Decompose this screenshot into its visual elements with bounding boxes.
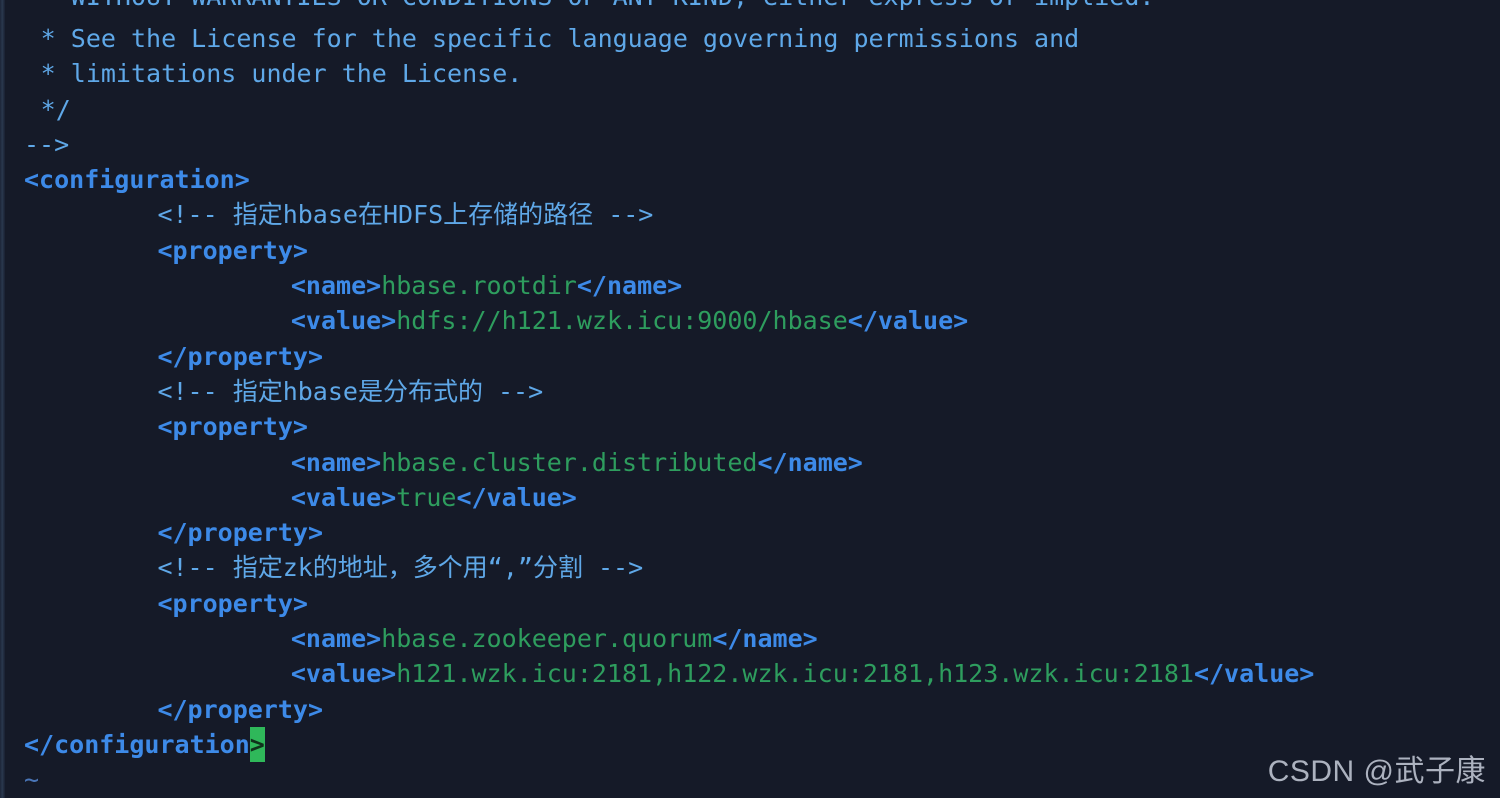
code-line[interactable]: */ (0, 92, 1500, 127)
code-line[interactable]: </property> (0, 515, 1500, 550)
xml-tag: <property> (157, 412, 308, 442)
xml-comment: * limitations under the License. (40, 59, 523, 89)
xml-tag: </name> (712, 624, 818, 654)
code-line-content: <name>hbase.rootdir</name> (291, 271, 682, 300)
xml-tag: </value> (456, 482, 577, 512)
code-line-content: </property> (157, 518, 323, 547)
code-line-content: </property> (157, 695, 323, 724)
xml-text: true (396, 482, 457, 512)
block-cursor: > (249, 726, 265, 763)
code-line[interactable]: <!-- 指定zk的地址，多个用“,”分割 --> (0, 550, 1500, 585)
code-line-content: <value>h121.wzk.icu:2181,h122.wzk.icu:21… (291, 659, 1315, 688)
code-line[interactable]: <name>hbase.rootdir</name> (0, 268, 1500, 303)
xml-comment: <!-- 指定zk的地址，多个用“,”分割 --> (157, 553, 644, 583)
code-editor-buffer[interactable]: * WITHOUT WARRANTIES OR CONDITIONS OF AN… (0, 0, 1500, 798)
code-line[interactable]: * See the License for the specific langu… (0, 21, 1500, 56)
xml-comment: <!-- 指定hbase是分布式的 --> (157, 376, 544, 406)
code-line[interactable]: <property> (0, 233, 1500, 268)
code-line-content: <!-- 指定hbase在HDFS上存储的路径 --> (157, 200, 653, 229)
code-line-content: <property> (157, 236, 308, 265)
code-line[interactable]: <value>h121.wzk.icu:2181,h122.wzk.icu:21… (0, 656, 1500, 691)
xml-comment: --> (24, 129, 70, 159)
xml-tag: <name> (290, 624, 382, 654)
xml-tag: <property> (157, 588, 308, 618)
xml-tag: </name> (757, 447, 863, 477)
code-line-content: <name>hbase.cluster.distributed</name> (291, 448, 863, 477)
code-line-content: <value>true</value> (291, 483, 577, 512)
xml-comment: <!-- 指定hbase在HDFS上存储的路径 --> (157, 200, 654, 230)
xml-text: hdfs://h121.wzk.icu:9000/hbase (396, 306, 848, 336)
code-line[interactable]: --> (0, 127, 1500, 162)
code-line[interactable]: <configuration> (0, 162, 1500, 197)
xml-tag: <configuration> (24, 165, 250, 195)
csdn-watermark: CSDN @武子康 (1267, 755, 1486, 788)
xml-tag: </property> (157, 341, 324, 371)
code-line-content: <property> (157, 589, 308, 618)
xml-tag: <value> (290, 482, 397, 512)
code-line[interactable]: <property> (0, 586, 1500, 621)
xml-tag: <property> (157, 235, 308, 265)
xml-tag: <value> (290, 659, 397, 689)
xml-comment: * See the License for the specific langu… (40, 24, 1080, 53)
vim-tilde: ~ (24, 765, 40, 795)
code-line-content: </configuration> (24, 726, 265, 763)
xml-tag: </name> (576, 271, 683, 301)
code-line[interactable]: * WITHOUT WARRANTIES OR CONDITIONS OF AN… (0, 0, 1500, 21)
code-line[interactable]: <!-- 指定hbase是分布式的 --> (0, 374, 1500, 409)
code-line-content: * limitations under the License. (41, 59, 523, 88)
code-line-content: <property> (157, 412, 308, 441)
xml-tag: <name> (290, 447, 382, 477)
xml-comment: * WITHOUT WARRANTIES OR CONDITIONS OF AN… (41, 0, 1155, 11)
code-line-content: ~ (24, 765, 39, 794)
code-line[interactable]: <name>hbase.zookeeper.quorum</name> (0, 621, 1500, 656)
xml-comment: */ (40, 94, 71, 124)
xml-text: h121.wzk.icu:2181,h122.wzk.icu:2181,h123… (396, 659, 1194, 689)
code-line[interactable]: * limitations under the License. (0, 56, 1500, 91)
code-line-content: * See the License for the specific langu… (41, 24, 1080, 53)
code-line-content: <configuration> (24, 165, 250, 194)
code-line-content: <name>hbase.zookeeper.quorum</name> (291, 624, 818, 653)
code-line-content: * WITHOUT WARRANTIES OR CONDITIONS OF AN… (41, 0, 1155, 11)
code-line[interactable]: <value>true</value> (0, 480, 1500, 515)
xml-text: hbase.zookeeper.quorum (381, 624, 713, 654)
code-line[interactable]: <name>hbase.cluster.distributed</name> (0, 445, 1500, 480)
code-line-content: */ (41, 95, 71, 124)
xml-tag: <name> (290, 271, 382, 301)
code-line-content: <value>hdfs://h121.wzk.icu:9000/hbase</v… (291, 306, 968, 335)
code-line[interactable]: <!-- 指定hbase在HDFS上存储的路径 --> (0, 197, 1500, 232)
xml-tag: <value> (290, 306, 397, 336)
xml-tag: </value> (847, 306, 969, 336)
code-line-content: <!-- 指定zk的地址，多个用“,”分割 --> (157, 553, 643, 582)
xml-tag: </property> (157, 694, 324, 724)
xml-text: hbase.rootdir (381, 271, 577, 301)
terminal-window: * WITHOUT WARRANTIES OR CONDITIONS OF AN… (0, 0, 1500, 798)
code-line[interactable]: <value>hdfs://h121.wzk.icu:9000/hbase</v… (0, 303, 1500, 338)
code-line[interactable]: </property> (0, 339, 1500, 374)
code-line-content: <!-- 指定hbase是分布式的 --> (157, 377, 543, 406)
code-line-content: </property> (157, 342, 323, 371)
xml-text: hbase.cluster.distributed (381, 447, 758, 477)
code-line-content: --> (24, 130, 69, 159)
xml-tag: </property> (157, 518, 324, 548)
code-line[interactable]: </property> (0, 692, 1500, 727)
xml-tag: </configuration (24, 729, 250, 759)
xml-tag: </value> (1193, 659, 1315, 689)
code-line[interactable]: <property> (0, 409, 1500, 444)
